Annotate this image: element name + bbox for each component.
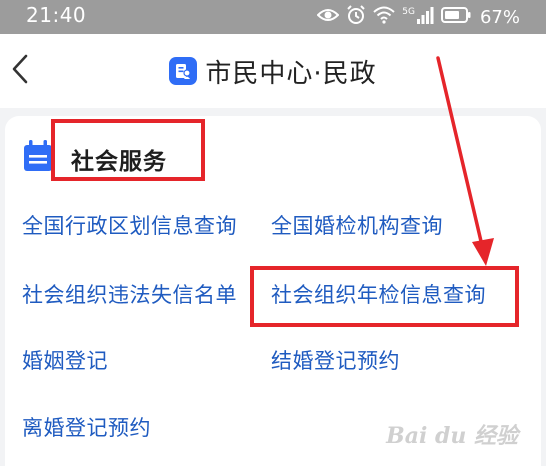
service-item-admin-division-query[interactable]: 全国行政区划信息查询 [22,210,237,240]
eye-icon [316,7,340,27]
battery-icon [440,7,471,27]
calendar-icon [23,140,53,172]
service-item-marriage-checkup-query[interactable]: 全国婚检机构查询 [271,210,443,240]
section-title: 社会服务 [71,149,167,175]
baidu-watermark: Bai du 经验 [386,423,518,449]
nav-bar: 市民中心·民政 [0,34,546,108]
signal-icon [416,6,434,28]
status-icons: 5G 67% [316,5,520,29]
service-item-divorce-appointment[interactable]: 离婚登记预约 [22,412,151,442]
status-bar: 21:40 5G 67% [0,0,546,34]
battery-percentage: 67% [479,6,520,28]
service-item-marriage-registration[interactable]: 婚姻登记 [22,345,108,375]
service-item-wedding-appointment[interactable]: 结婚登记预约 [271,345,400,375]
social-services-card: 社会服务 全国行政区划信息查询 全国婚检机构查询 社会组织违法失信名单 社会组织… [5,116,541,466]
status-time: 21:40 [26,3,87,27]
nav-title-group: 市民中心·民政 [0,50,546,92]
screen: 21:40 5G 67% 市民中心·民政 社会服务 全国行政区划信息查询 全国婚… [0,0,546,466]
page-title: 市民中心·民政 [205,58,377,89]
wifi-icon [373,6,395,28]
alarm-icon [346,5,366,29]
service-item-org-dishonesty-list[interactable]: 社会组织违法失信名单 [22,279,237,309]
service-app-icon [169,57,198,85]
network-type-label: 5G [402,7,415,17]
service-item-org-annual-inspection[interactable]: 社会组织年检信息查询 [271,279,486,309]
